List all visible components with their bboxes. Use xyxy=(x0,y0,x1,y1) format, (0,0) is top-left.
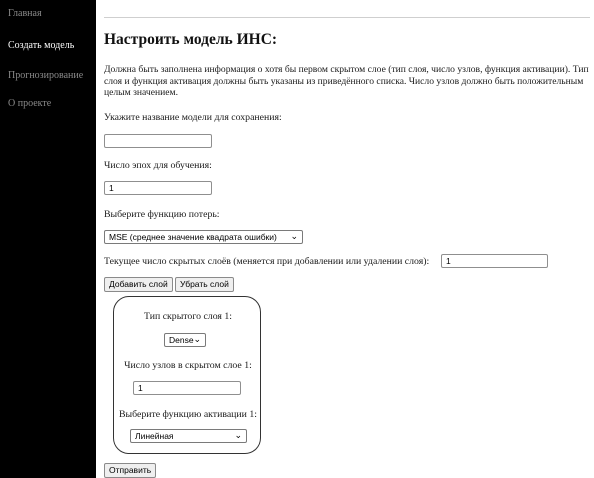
chevron-down-icon: ⌄ xyxy=(193,334,201,344)
layers-count-input[interactable]: 1 xyxy=(441,254,548,268)
layer-type-value: Dense xyxy=(169,335,194,345)
page-title: Настроить модель ИНС: xyxy=(104,31,278,48)
loss-select[interactable]: MSE (среднее значение квадрата ошибки) ⌄ xyxy=(104,230,303,244)
activation-label: Выберите функцию активации 1: xyxy=(119,409,257,420)
layer-type-select[interactable]: Dense ⌄ xyxy=(164,333,206,347)
epochs-input[interactable]: 1 xyxy=(104,181,212,195)
sidebar-item-home[interactable]: Главная xyxy=(8,8,42,19)
epochs-label: Число эпох для обучения: xyxy=(104,160,212,171)
layer-nodes-label: Число узлов в скрытом слое 1: xyxy=(124,360,252,371)
sidebar-item-about[interactable]: О проекте xyxy=(8,98,51,109)
model-name-label: Укажите название модели для сохранения: xyxy=(104,112,282,123)
layer-type-label: Тип скрытого слоя 1: xyxy=(144,311,232,322)
chevron-down-icon: ⌄ xyxy=(290,231,298,241)
divider xyxy=(104,17,590,18)
loss-select-value: MSE (среднее значение квадрата ошибки) xyxy=(109,232,277,242)
sidebar-item-create-model[interactable]: Создать модель xyxy=(8,40,74,51)
sidebar-item-forecasting[interactable]: Прогнозирование xyxy=(8,70,83,81)
hidden-layer-panel: Тип скрытого слоя 1: Dense ⌄ Число узлов… xyxy=(113,296,261,454)
remove-layer-button[interactable]: Убрать слой xyxy=(175,277,234,292)
activation-select[interactable]: Линейная ⌄ xyxy=(130,429,247,443)
activation-value: Линейная xyxy=(135,431,174,441)
sidebar: Главная Создать модель Прогнозирование О… xyxy=(0,0,96,478)
chevron-down-icon: ⌄ xyxy=(234,430,242,440)
instructions-text: Должна быть заполнена информация о хотя … xyxy=(104,64,589,98)
loss-label: Выберите функцию потерь: xyxy=(104,209,220,220)
layers-count-label: Текущее число скрытых слоёв (меняется пр… xyxy=(104,256,430,267)
add-layer-button[interactable]: Добавить слой xyxy=(104,277,173,292)
model-name-input[interactable] xyxy=(104,134,212,148)
layer-nodes-input[interactable]: 1 xyxy=(133,381,241,395)
main-content: Настроить модель ИНС: Должна быть заполн… xyxy=(104,0,594,478)
submit-button[interactable]: Отправить xyxy=(104,463,157,478)
